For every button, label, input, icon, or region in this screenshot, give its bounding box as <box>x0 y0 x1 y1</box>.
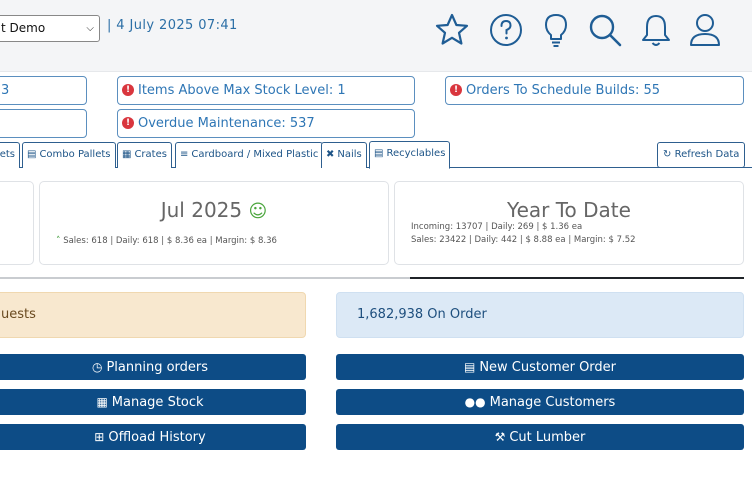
search-icon[interactable] <box>585 10 625 50</box>
manage-stock-button[interactable]: ▦ Manage Stock <box>0 389 306 415</box>
pallet-icon: ▤ <box>27 149 37 160</box>
lightbulb-icon[interactable] <box>536 10 576 50</box>
ytd-card-incoming: Incoming: 13707 | Daily: 269 | $ 1.36 ea <box>411 222 583 232</box>
tab-cardboard-mixed-plastic[interactable]: ≡ Cardboard / Mixed Plastic <box>175 142 324 168</box>
tab-recyclables[interactable]: ▤ Recyclables <box>369 141 451 169</box>
alert-schedule-builds-text: Orders To Schedule Builds: 55 <box>466 83 660 98</box>
refresh-label: Refresh Data <box>674 149 740 160</box>
tab-label: lets <box>0 149 15 160</box>
tab-label: Combo Pallets <box>39 149 111 160</box>
tab-label: Nails <box>337 149 362 160</box>
month-card-stats: Sales: 618 | Daily: 618 | $ 8.36 ea | Ma… <box>63 236 277 246</box>
alert-left-top-text: 3 <box>1 83 10 98</box>
help-icon[interactable] <box>486 10 526 50</box>
tab-combo-pallets[interactable]: ▤ Combo Pallets <box>22 142 116 168</box>
alert-icon: ! <box>122 84 134 96</box>
hammer-icon: ⚒ <box>494 430 506 444</box>
user-icon[interactable] <box>685 10 725 50</box>
tools-icon: ✖ <box>326 149 335 160</box>
offload-history-label: Offload History <box>108 430 206 445</box>
stat-card-month: Jul 2025 ☺ ˄ Sales: 618 | Daily: 618 | $… <box>39 181 389 265</box>
cut-lumber-label: Cut Lumber <box>509 430 586 445</box>
manage-stock-label: Manage Stock <box>111 395 204 410</box>
tab-nails[interactable]: ✖ Nails <box>321 142 367 168</box>
tab-crates[interactable]: ▦ Crates <box>117 142 172 168</box>
stat-card-ytd: Year To Date Incoming: 13707 | Daily: 26… <box>394 181 744 265</box>
users-icon: ●● <box>464 395 486 409</box>
cut-lumber-button[interactable]: ⚒ Cut Lumber <box>336 424 744 450</box>
company-select-value: t Demo <box>1 21 46 35</box>
month-card-stats-row: ˄ Sales: 618 | Daily: 618 | $ 8.36 ea | … <box>56 236 277 246</box>
clock-icon: ◷ <box>91 360 103 374</box>
divider-light <box>0 277 410 279</box>
crate-icon: ▦ <box>122 149 132 160</box>
alert-overdue-maintenance[interactable]: ! Overdue Maintenance: 537 <box>117 109 415 138</box>
divider-dark <box>410 277 744 279</box>
tab-label: Crates <box>134 149 167 160</box>
planning-orders-label: Planning orders <box>106 360 209 375</box>
ytd-card-sales: Sales: 23422 | Daily: 442 | $ 8.88 ea | … <box>411 235 636 245</box>
alert-left-top[interactable]: 3 <box>0 76 87 105</box>
star-icon[interactable] <box>432 10 472 50</box>
refresh-data-button[interactable]: ↻ Refresh Data <box>657 142 746 168</box>
on-order-panel[interactable]: 1,682,938 On Order <box>336 292 744 338</box>
alert-max-stock[interactable]: ! Items Above Max Stock Level: 1 <box>117 76 415 105</box>
new-customer-order-button[interactable]: ▤ New Customer Order <box>336 354 744 380</box>
bell-icon[interactable] <box>636 10 676 50</box>
ytd-card-title: Year To Date <box>507 198 631 222</box>
pallet-icon: ▤ <box>374 148 384 159</box>
requests-panel[interactable]: uests <box>0 292 306 338</box>
tab-label: Recyclables <box>386 148 446 159</box>
manage-customers-button[interactable]: ●● Manage Customers <box>336 389 744 415</box>
current-datetime: | 4 July 2025 07:41 <box>107 18 238 33</box>
company-select[interactable]: t Demo ⌵ <box>0 15 100 42</box>
document-icon: ▤ <box>463 360 476 374</box>
tab-pallets[interactable]: lets <box>0 142 20 168</box>
alert-left-bottom[interactable] <box>0 109 87 138</box>
month-card-title: Jul 2025 <box>160 198 243 222</box>
alert-icon: ! <box>450 84 462 96</box>
alert-icon: ! <box>122 117 134 129</box>
table-icon: ⊞ <box>94 430 105 444</box>
manage-customers-label: Manage Customers <box>489 395 616 410</box>
alert-schedule-builds[interactable]: ! Orders To Schedule Builds: 55 <box>445 76 744 105</box>
requests-text: uests <box>1 307 36 322</box>
list-icon: ≡ <box>180 149 189 160</box>
month-card-title-row: Jul 2025 ☺ <box>40 198 388 222</box>
on-order-text: 1,682,938 On Order <box>357 307 487 322</box>
alert-overdue-maintenance-text: Overdue Maintenance: 537 <box>138 116 315 131</box>
smile-icon: ☺ <box>248 201 268 222</box>
tab-label: Cardboard / Mixed Plastic <box>191 149 319 160</box>
trend-up-icon: ˄ <box>56 236 61 246</box>
refresh-icon: ↻ <box>663 149 672 160</box>
stat-card-partial <box>0 181 34 265</box>
planning-orders-button[interactable]: ◷ Planning orders <box>0 354 306 380</box>
alert-max-stock-text: Items Above Max Stock Level: 1 <box>138 83 346 98</box>
new-customer-order-label: New Customer Order <box>479 360 617 375</box>
warehouse-icon: ▦ <box>96 395 108 409</box>
top-header: t Demo ⌵ | 4 July 2025 07:41 <box>0 0 752 72</box>
offload-history-button[interactable]: ⊞ Offload History <box>0 424 306 450</box>
chevron-down-icon: ⌵ <box>86 23 94 34</box>
